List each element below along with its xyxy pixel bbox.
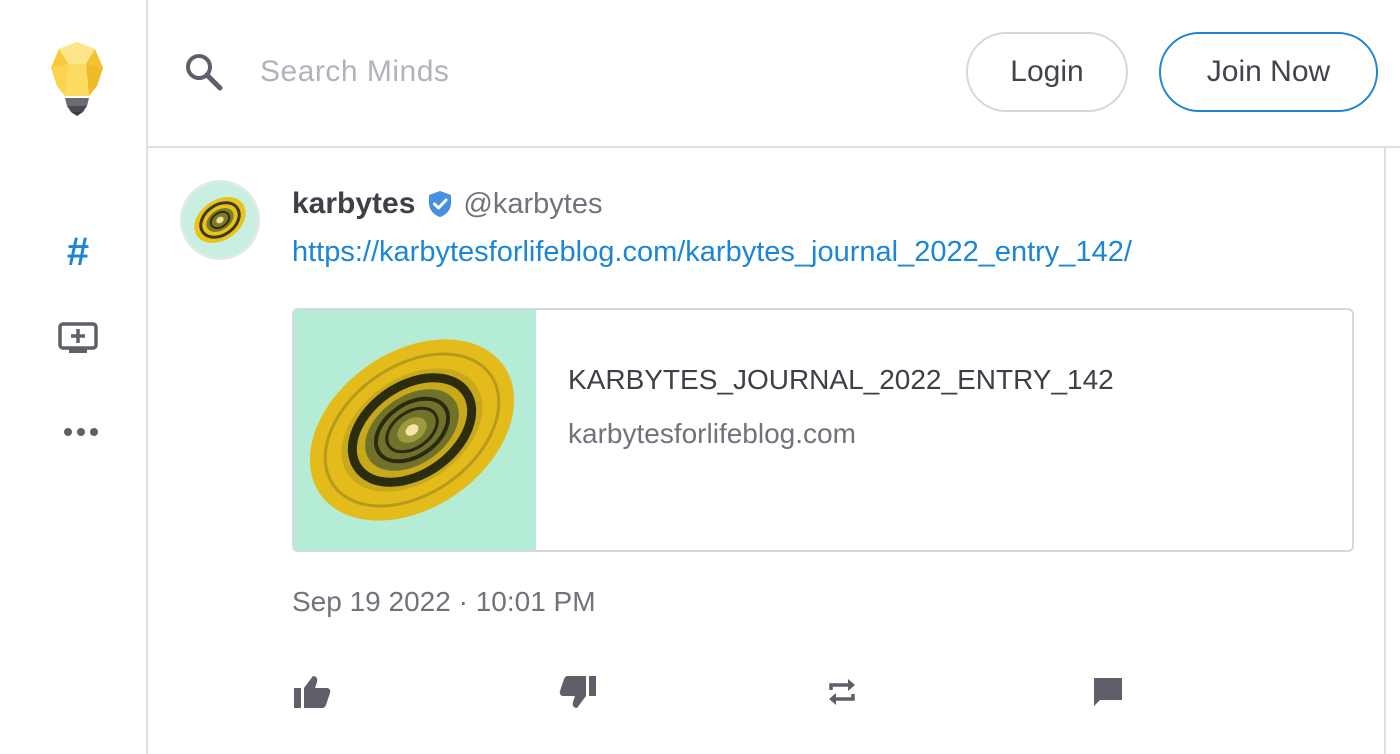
link-preview-card[interactable]: KARBYTES_JOURNAL_2022_ENTRY_142 karbytes… bbox=[292, 308, 1354, 552]
more-horizontal-icon[interactable] bbox=[58, 418, 104, 446]
hashtag-icon[interactable]: # bbox=[58, 228, 98, 276]
thumb-down-icon[interactable] bbox=[556, 670, 600, 714]
post-author: karbytes @karbytes bbox=[292, 184, 602, 224]
post-link[interactable]: https://karbytesforlifeblog.com/karbytes… bbox=[292, 236, 1132, 269]
author-name[interactable]: karbytes bbox=[292, 187, 415, 221]
comment-icon[interactable] bbox=[1086, 670, 1130, 714]
search-input[interactable] bbox=[260, 46, 820, 98]
content-divider bbox=[1384, 148, 1386, 754]
link-preview-domain: karbytesforlifeblog.com bbox=[568, 418, 856, 449]
link-preview-thumbnail bbox=[294, 310, 536, 550]
author-handle[interactable]: @karbytes bbox=[463, 188, 602, 221]
login-button[interactable]: Login bbox=[966, 32, 1128, 112]
search-icon[interactable] bbox=[182, 50, 226, 94]
lightbulb-logo-icon[interactable] bbox=[48, 40, 106, 118]
avatar[interactable] bbox=[180, 180, 260, 260]
add-to-screen-icon[interactable] bbox=[54, 318, 102, 358]
top-bar: Login Join Now bbox=[148, 0, 1400, 148]
sidebar: # bbox=[0, 0, 148, 754]
link-preview-title: KARBYTES_JOURNAL_2022_ENTRY_142 bbox=[568, 364, 1114, 395]
post-timestamp[interactable]: Sep 19 2022 · 10:01 PM bbox=[292, 586, 596, 618]
join-now-button[interactable]: Join Now bbox=[1159, 32, 1378, 112]
remind-icon[interactable] bbox=[820, 670, 864, 714]
thumb-up-icon[interactable] bbox=[290, 670, 334, 714]
verified-badge-icon bbox=[425, 189, 455, 219]
